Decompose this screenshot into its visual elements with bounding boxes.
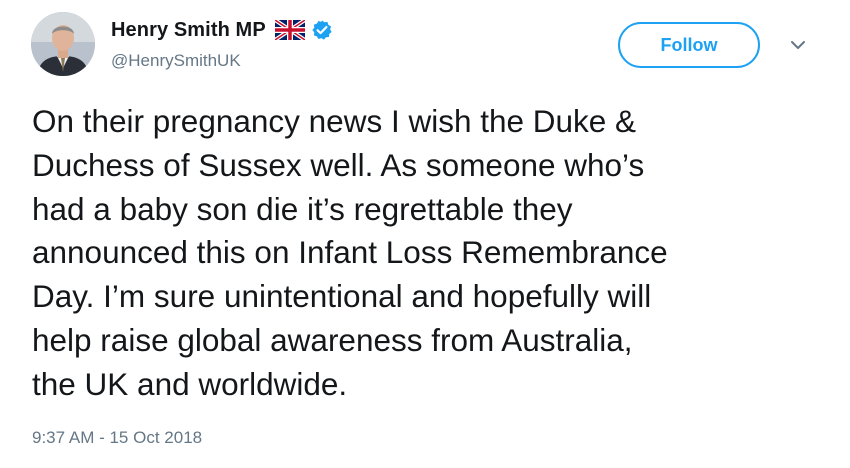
uk-flag-icon — [274, 20, 305, 40]
author-handle[interactable]: @HenrySmithUK — [111, 51, 241, 71]
tweet-text-line: On their pregnancy news I wish the Duke … — [32, 103, 637, 139]
tweet-timestamp[interactable]: 9:37 AM - 15 Oct 2018 — [32, 428, 202, 448]
tweet-text-line: help raise global awareness from Austral… — [32, 321, 633, 358]
tweet-text: On their pregnancy news I wish the Duke … — [32, 100, 832, 407]
verified-badge-icon — [311, 19, 333, 41]
follow-button[interactable]: Follow — [618, 22, 760, 68]
tweet-card: Henry Smith MP @HenrySmithUK Follow On t… — [0, 0, 850, 468]
tweet-text-line: the UK and worldwide. — [32, 365, 348, 402]
author-name-row: Henry Smith MP — [111, 15, 333, 45]
tweet-text-line: announced this on Infant Loss Remembranc… — [32, 234, 668, 271]
tweet-text-line: had a baby son die it’s regrettable they — [32, 190, 573, 227]
chevron-down-icon[interactable] — [788, 37, 808, 53]
tweet-text-line: Duchess of Sussex well. As someone who’s — [32, 146, 645, 183]
display-name[interactable]: Henry Smith MP — [111, 19, 266, 42]
tweet-text-line: Day. I’m sure unintentional and hopefull… — [32, 278, 652, 315]
avatar[interactable] — [31, 12, 95, 76]
